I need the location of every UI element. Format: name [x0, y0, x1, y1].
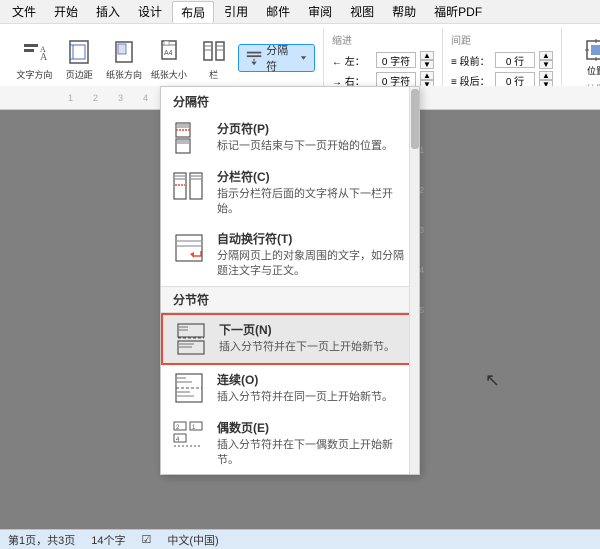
- dropdown-scrollbar[interactable]: [409, 87, 419, 474]
- scrollbar-thumb: [411, 89, 419, 149]
- spacing-before-up[interactable]: ▲: [539, 51, 553, 60]
- status-lang[interactable]: 中文(中国): [167, 532, 218, 548]
- page-break-icon: [171, 120, 207, 156]
- position-button[interactable]: 位置: [574, 32, 600, 81]
- status-bar: 第1页，共3页 14个字 ☑ 中文(中国): [0, 529, 600, 549]
- menu-foxitpdf[interactable]: 福昕PDF: [426, 1, 490, 22]
- status-chars[interactable]: 14个字: [91, 532, 125, 548]
- column-break-item[interactable]: 分栏符(C) 指示分栏符后面的文字将从下一栏开始。: [161, 162, 419, 224]
- menu-mailings[interactable]: 邮件: [258, 1, 298, 22]
- menu-references[interactable]: 引用: [216, 1, 256, 22]
- continuous-break-item[interactable]: 连续(O) 插入分节符并在同一页上开始新节。: [161, 365, 419, 413]
- spacing-before-row: ≡ 段前： ▲ ▼: [451, 51, 553, 69]
- spacing-before-down[interactable]: ▼: [539, 60, 553, 69]
- spacing-before-arrows: ▲ ▼: [539, 51, 553, 69]
- menu-review[interactable]: 审阅: [300, 1, 340, 22]
- even-page-name: 偶数页(E): [217, 419, 409, 436]
- indent-right-up[interactable]: ▲: [420, 71, 434, 80]
- ribbon-btn-row: A A 文字方向 页边距: [14, 28, 315, 84]
- svg-text:A4: A4: [164, 50, 173, 57]
- next-page-text: 下一页(N) 插入分节符并在下一页上开始新节。: [219, 321, 395, 355]
- continuous-text: 连续(O) 插入分节符并在同一页上开始新节。: [217, 371, 393, 405]
- svg-text:A: A: [40, 45, 46, 54]
- next-page-break-item[interactable]: 下一页(N) 插入分节符并在下一页上开始新节。: [161, 313, 419, 365]
- orientation-label: 纸张方向: [106, 70, 142, 81]
- spacing-before-input[interactable]: [495, 52, 535, 68]
- right-ruler: 12345: [420, 130, 424, 330]
- continuous-break-icon: [171, 371, 207, 407]
- page-break-desc: 标记一页结束与下一页开始的位置。: [217, 139, 393, 154]
- margins-icon: [63, 36, 95, 68]
- breaks-icon: [245, 48, 263, 68]
- breaks-dropdown-button[interactable]: 分隔符: [238, 44, 315, 72]
- indent-left-arrows: ▲ ▼: [420, 51, 434, 69]
- paper-size-label: 纸张大小: [151, 70, 187, 81]
- next-page-desc: 插入分节符并在下一页上开始新节。: [219, 340, 395, 355]
- line-break-text: 自动换行符(T) 分隔网页上的对象周围的文字，如分隔题注文字与正文。: [217, 230, 409, 280]
- page-break-item[interactable]: 分页符(P) 标记一页结束与下一页开始的位置。: [161, 114, 419, 162]
- even-page-text: 偶数页(E) 插入分节符并在下一偶数页上开始新节。: [217, 419, 409, 469]
- spacing-group-title: 间距: [451, 32, 553, 47]
- indent-left-input[interactable]: [376, 52, 416, 68]
- position-label: 位置: [587, 64, 600, 77]
- next-page-name: 下一页(N): [219, 321, 395, 338]
- columns-icon: [198, 36, 230, 68]
- breaks-dropdown-menu: 分隔符 分页符(P) 标记一页结束与下一页开始的位置。: [160, 86, 420, 475]
- column-break-text: 分栏符(C) 指示分栏符后面的文字将从下一栏开始。: [217, 168, 409, 218]
- spacing-before-label: ≡ 段前：: [451, 53, 491, 68]
- breaks-button-label: 分隔符: [266, 42, 296, 74]
- columns-label: 栏: [209, 70, 218, 81]
- status-check-icon: ☑: [142, 533, 152, 546]
- line-break-name: 自动换行符(T): [217, 230, 409, 247]
- indent-left-row: ← 左： ▲ ▼: [332, 51, 434, 69]
- line-break-icon: [171, 230, 207, 266]
- paper-size-icon: A4: [153, 36, 185, 68]
- menu-start[interactable]: 开始: [46, 1, 86, 22]
- page-break-text: 分页符(P) 标记一页结束与下一页开始的位置。: [217, 120, 393, 154]
- section-break-header: 分节符: [161, 286, 419, 313]
- indent-left-down[interactable]: ▼: [420, 60, 434, 69]
- status-page: 第1页，共3页: [8, 532, 75, 548]
- orientation-button[interactable]: 纸张方向: [104, 32, 145, 84]
- menu-view[interactable]: 视图: [342, 1, 382, 22]
- continuous-name: 连续(O): [217, 371, 393, 388]
- columns-button[interactable]: 栏: [193, 32, 234, 84]
- continuous-desc: 插入分节符并在同一页上开始新节。: [217, 390, 393, 405]
- text-direction-button[interactable]: A A 文字方向: [14, 32, 55, 84]
- indent-label: 缩进: [332, 32, 434, 47]
- line-break-item[interactable]: 自动换行符(T) 分隔网页上的对象周围的文字，如分隔题注文字与正文。: [161, 224, 419, 286]
- even-page-break-item[interactable]: 2 4 1 偶数页(E) 插入分节符并在下一偶数页上开始新节。: [161, 413, 419, 475]
- menu-help[interactable]: 帮助: [384, 1, 424, 22]
- menu-bar: 文件 开始 插入 设计 布局 引用 邮件 审阅 视图 帮助 福昕PDF: [0, 0, 600, 24]
- mouse-cursor: ↖: [485, 370, 500, 391]
- column-break-icon: [171, 168, 207, 204]
- menu-file[interactable]: 文件: [4, 1, 44, 22]
- spacing-after-up[interactable]: ▲: [539, 71, 553, 80]
- orientation-icon: [108, 36, 140, 68]
- text-direction-icon: A A: [18, 36, 50, 68]
- indent-left-up[interactable]: ▲: [420, 51, 434, 60]
- line-break-desc: 分隔网页上的对象周围的文字，如分隔题注文字与正文。: [217, 249, 409, 280]
- paper-size-button[interactable]: A4 纸张大小: [148, 32, 189, 84]
- even-page-desc: 插入分节符并在下一偶数页上开始新节。: [217, 438, 409, 469]
- margins-button[interactable]: 页边距: [59, 32, 100, 84]
- dropdown-arrow-icon: [299, 53, 308, 63]
- margins-label: 页边距: [66, 70, 93, 81]
- indent-left-label: ← 左：: [332, 53, 372, 68]
- column-break-desc: 指示分栏符后面的文字将从下一栏开始。: [217, 187, 409, 218]
- column-break-name: 分栏符(C): [217, 168, 409, 185]
- menu-design[interactable]: 设计: [130, 1, 170, 22]
- menu-insert[interactable]: 插入: [88, 1, 128, 22]
- even-page-icon: 2 4 1: [171, 419, 207, 455]
- next-page-icon: [173, 321, 209, 357]
- separator-section-title: 分隔符: [161, 87, 419, 114]
- position-icon: [582, 36, 600, 64]
- page-break-name: 分页符(P): [217, 120, 393, 137]
- text-direction-label: 文字方向: [16, 70, 52, 81]
- menu-layout[interactable]: 布局: [172, 1, 214, 23]
